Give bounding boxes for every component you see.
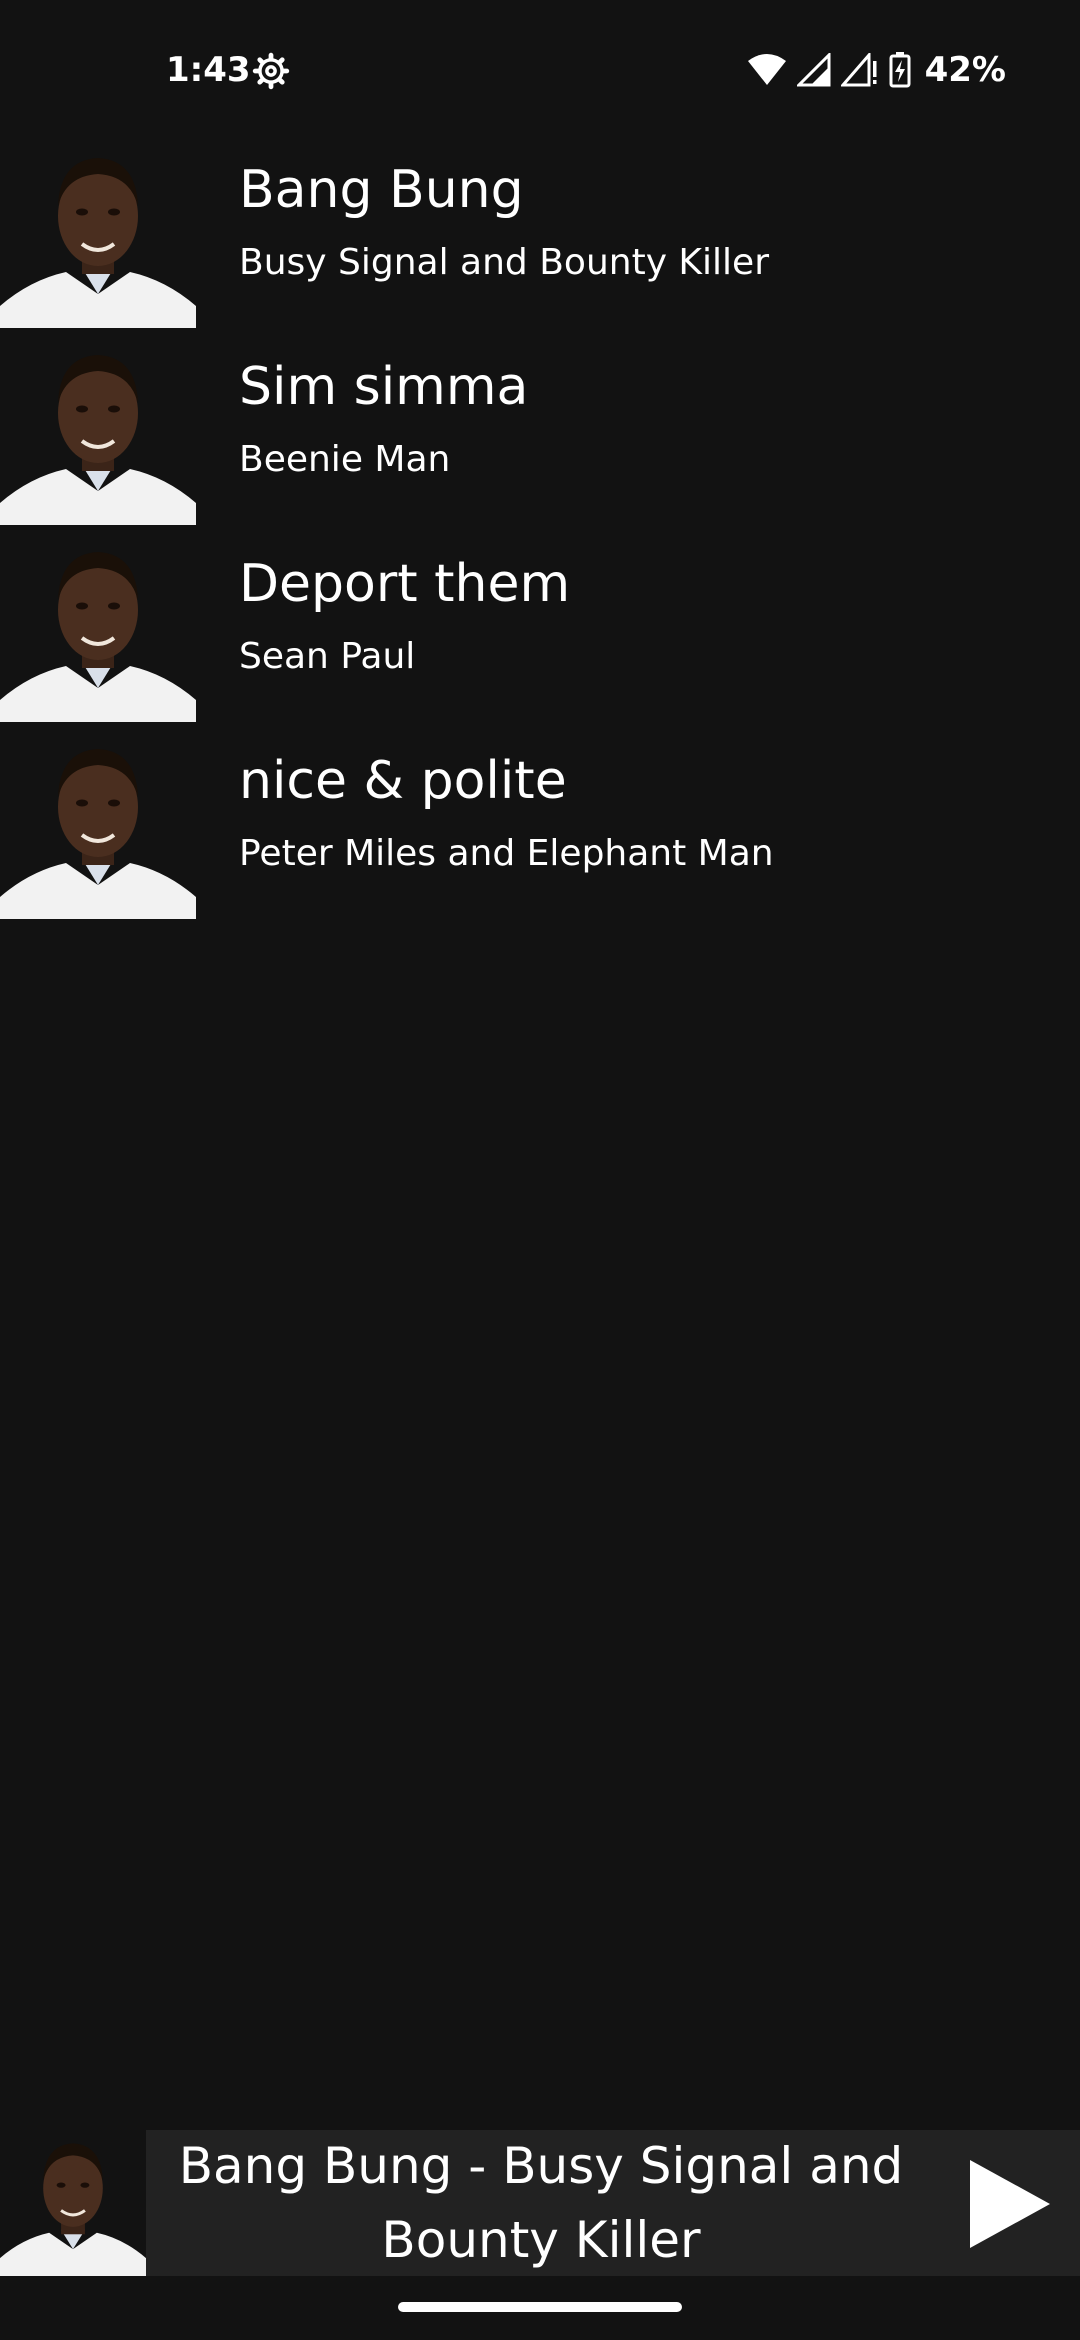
song-row[interactable]: nice & polite Peter Miles and Elephant M… — [0, 721, 1080, 919]
battery-charging-icon — [889, 52, 911, 88]
song-row[interactable]: Deport them Sean Paul — [0, 524, 1080, 722]
artist-thumbnail — [0, 731, 196, 919]
song-title: Deport them — [239, 554, 571, 614]
now-playing-title: Bang Bung - Busy Signal and Bounty Kille… — [178, 2137, 904, 2269]
song-row[interactable]: Sim simma Beenie Man — [0, 327, 1080, 525]
song-artist: Busy Signal and Bounty Killer — [239, 242, 769, 283]
signal-icon — [796, 53, 831, 87]
gesture-navigation-bar[interactable] — [398, 2302, 682, 2312]
mini-player[interactable]: Bang Bung - Busy Signal and Bounty Kille… — [0, 2130, 1080, 2276]
song-artist: Sean Paul — [239, 636, 416, 677]
artist-thumbnail — [0, 337, 196, 525]
wifi-icon — [747, 54, 786, 85]
signal-no-data-icon — [840, 53, 877, 87]
status-bar: 1:43 42% — [0, 0, 1080, 130]
song-artist: Beenie Man — [239, 439, 451, 480]
now-playing-thumbnail — [0, 2130, 146, 2276]
song-list: Bang Bung Busy Signal and Bounty Killer … — [0, 130, 1080, 919]
song-title: Sim simma — [239, 357, 529, 417]
play-icon[interactable] — [964, 2156, 1054, 2252]
artist-thumbnail — [0, 140, 196, 328]
song-row[interactable]: Bang Bung Busy Signal and Bounty Killer — [0, 130, 1080, 328]
status-icons: 42% — [747, 48, 1006, 92]
song-artist: Peter Miles and Elephant Man — [239, 833, 774, 874]
song-title: nice & polite — [239, 751, 567, 811]
battery-percentage: 42% — [924, 50, 1006, 90]
artist-thumbnail — [0, 534, 196, 722]
song-title: Bang Bung — [239, 160, 524, 220]
status-time: 1:43 — [166, 50, 251, 90]
settings-gear-icon — [252, 52, 290, 90]
mini-player-bar: Bang Bung - Busy Signal and Bounty Kille… — [146, 2130, 1080, 2276]
